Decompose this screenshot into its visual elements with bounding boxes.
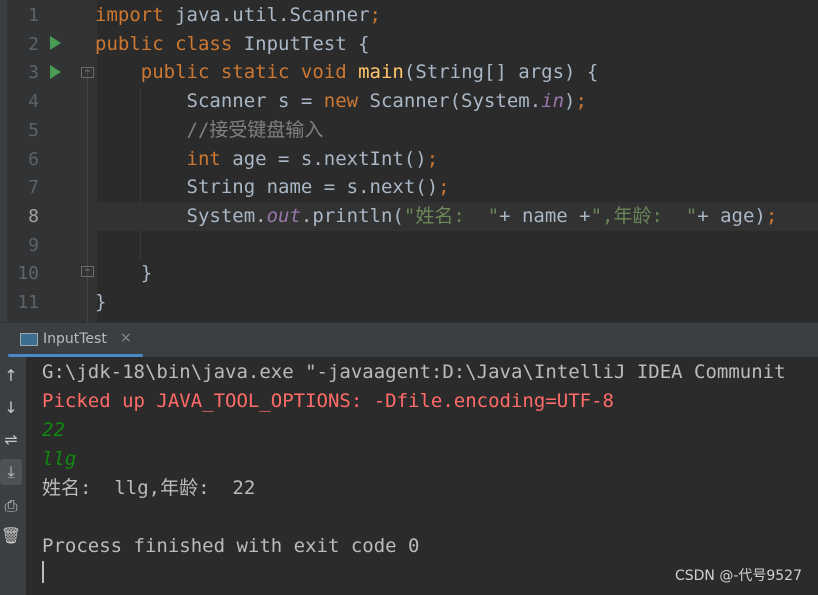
code-editor[interactable]: import java.util.Scanner; public class In… <box>0 0 818 322</box>
code-line[interactable]: public class InputTest { <box>95 30 818 59</box>
code-token: ; <box>426 147 439 170</box>
code-line[interactable]: //接受键盘输入 <box>95 116 818 145</box>
console-line: G:\jdk-18\bin\java.exe "-javaagent:D:\Ja… <box>42 361 786 383</box>
code-token: age = s.nextInt() <box>232 147 427 170</box>
code-token: + age) <box>697 204 766 227</box>
line-number: 4 <box>28 91 39 113</box>
code-token: ",年龄: " <box>590 204 698 227</box>
run-class-icon[interactable] <box>50 36 61 50</box>
project-panel-edge <box>0 0 7 322</box>
line-number: 8 <box>28 205 39 227</box>
code-line[interactable]: import java.util.Scanner; <box>95 1 818 30</box>
code-line[interactable]: Scanner s = new Scanner(System.in); <box>95 87 818 116</box>
code-line[interactable]: } <box>95 288 818 317</box>
arrow-down-icon[interactable]: ↓ <box>0 395 22 421</box>
line-number: 3 <box>28 62 39 84</box>
run-main-icon[interactable] <box>50 65 61 79</box>
code-token: main <box>358 61 404 84</box>
line-number: 11 <box>17 292 39 313</box>
code-token: ; <box>575 90 587 113</box>
scroll-to-end-icon[interactable]: ⤓ <box>0 459 22 485</box>
code-token: new <box>323 90 370 113</box>
fold-icon[interactable]: − <box>81 67 94 78</box>
console-toolbar: ↑ ↓ ⇌ ⤓ ⎙ 🗑 <box>0 357 26 595</box>
code-line[interactable]: String name = s.next(); <box>95 173 818 202</box>
code-token: Scanner(System. <box>369 90 542 113</box>
code-token: ) <box>564 90 576 113</box>
trash-icon[interactable]: 🗑 <box>0 523 22 549</box>
code-token: out <box>266 204 301 227</box>
code-token: + name + <box>499 204 591 227</box>
console-icon <box>20 333 38 346</box>
code-token: in <box>541 90 565 113</box>
code-token: (String[] args) { <box>403 61 599 84</box>
code-token: //接受键盘输入 <box>95 118 324 141</box>
console-line: 姓名: llg,年龄: 22 <box>42 477 256 499</box>
close-tab-icon[interactable]: × <box>120 330 132 346</box>
tab-label: InputTest <box>43 331 107 347</box>
code-token: } <box>95 291 107 313</box>
console-line: 22 <box>42 419 65 441</box>
code-token: ; <box>765 204 778 227</box>
code-token: public static void <box>95 61 359 84</box>
watermark: CSDN @-代号9527 <box>674 568 802 584</box>
code-token: public class <box>95 32 244 55</box>
code-token: } <box>95 262 153 285</box>
line-number: 10 <box>17 263 39 285</box>
code-line[interactable]: public static void main(String[] args) { <box>95 58 818 87</box>
text-caret <box>42 561 44 583</box>
code-token: String name = s.next() <box>95 176 439 199</box>
code-token: InputTest { <box>243 32 370 55</box>
line-number: 6 <box>28 148 39 170</box>
run-tool-window-tabs: InputTest × <box>0 322 818 357</box>
code-line[interactable]: System.out.println("姓名: "+ name +",年龄: "… <box>88 201 818 231</box>
line-number: 7 <box>28 177 39 199</box>
soft-wrap-icon[interactable]: ⇌ <box>0 427 22 453</box>
tab-inputtest[interactable]: InputTest × <box>8 323 143 357</box>
fold-end-icon[interactable]: − <box>81 266 94 277</box>
code-token: java.util.Scanner <box>175 4 370 26</box>
code-token: ; <box>369 4 381 26</box>
print-icon[interactable]: ⎙ <box>0 493 22 519</box>
code-token: import <box>95 4 176 26</box>
console-output[interactable]: G:\jdk-18\bin\java.exe "-javaagent:D:\Ja… <box>26 357 818 595</box>
code-token: System. <box>95 204 267 227</box>
code-line[interactable] <box>95 231 818 260</box>
line-number: 9 <box>28 234 39 256</box>
code-token: .println( <box>300 204 404 227</box>
code-line[interactable]: int age = s.nextInt(); <box>95 145 818 174</box>
console-line: Picked up JAVA_TOOL_OPTIONS: -Dfile.enco… <box>42 390 614 412</box>
arrow-up-icon[interactable]: ↑ <box>0 363 22 389</box>
line-number: 5 <box>28 119 39 141</box>
code-line[interactable]: } <box>95 259 818 288</box>
code-token: "姓名: " <box>403 204 500 227</box>
console-line: Process finished with exit code 0 <box>42 535 420 557</box>
console-line: llg <box>42 448 77 470</box>
code-token: ; <box>438 176 450 199</box>
line-number: 1 <box>28 5 39 26</box>
fold-guide <box>87 68 88 322</box>
code-token: Scanner s = <box>95 90 324 113</box>
line-number: 2 <box>28 33 39 55</box>
code-token: int <box>95 147 233 170</box>
